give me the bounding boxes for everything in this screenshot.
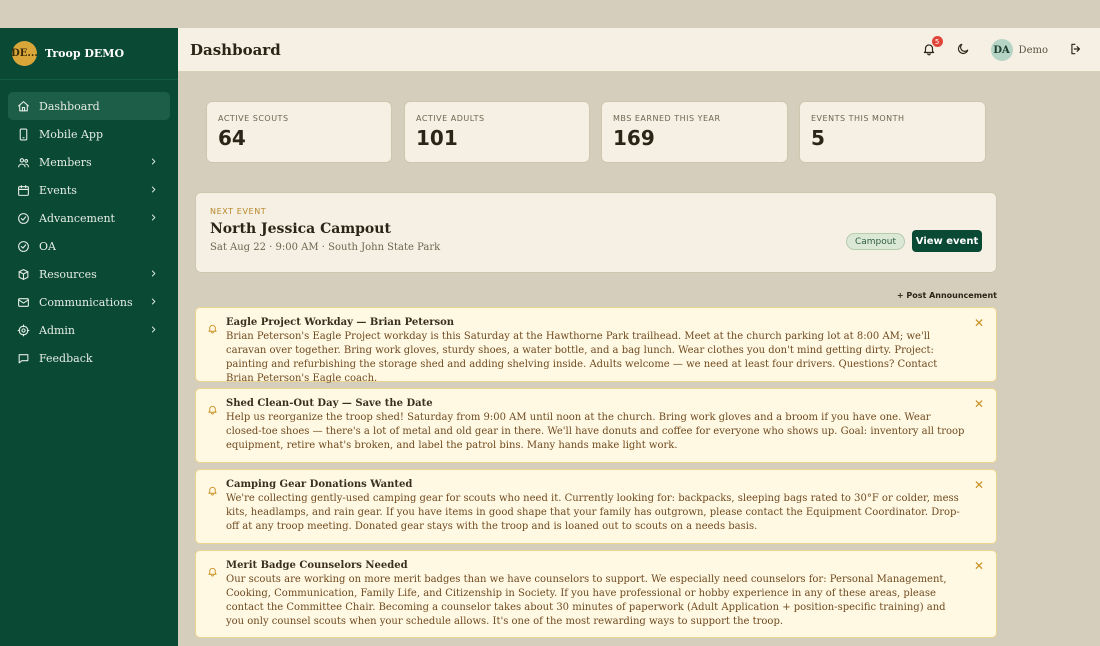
- stat-label: MBs Earned This Year: [613, 114, 721, 123]
- notifications-button[interactable]: 5: [921, 36, 943, 58]
- sidebar-nav: Dashboard Mobile App Members Events Adva…: [0, 80, 178, 372]
- check-circle-icon: [16, 211, 30, 225]
- sidebar: DE... Troop DEMO Dashboard Mobile App Me…: [0, 28, 178, 646]
- stat-value: 169: [613, 126, 655, 150]
- sidebar-item-admin[interactable]: Admin: [8, 316, 170, 344]
- logout-icon: [1069, 41, 1083, 60]
- close-icon[interactable]: ✕: [974, 397, 984, 411]
- theme-toggle-button[interactable]: [955, 42, 971, 58]
- announcement-body: Help us reorganize the troop shed! Satur…: [226, 412, 965, 451]
- stat-label: Active Adults: [416, 114, 485, 123]
- announcement-title: Camping Gear Donations Wanted: [226, 479, 413, 490]
- phone-icon: [16, 127, 30, 141]
- sidebar-item-advancement[interactable]: Advancement: [8, 204, 170, 232]
- sidebar-item-events[interactable]: Events: [8, 176, 170, 204]
- close-icon[interactable]: ✕: [974, 559, 984, 573]
- sidebar-item-label: Resources: [39, 267, 97, 281]
- bell-icon: [207, 562, 218, 577]
- sidebar-item-mobile-app[interactable]: Mobile App: [8, 120, 170, 148]
- check-circle-icon: [16, 239, 30, 253]
- top-bar-actions: 5 DA Demo: [921, 28, 1084, 72]
- chevron-right-icon: [148, 156, 160, 168]
- troop-brand[interactable]: DE... Troop DEMO: [0, 28, 178, 80]
- avatar: DA: [990, 39, 1013, 61]
- gear-icon: [16, 323, 30, 337]
- announcement-card: ✕ Shed Clean-Out Day — Save the Date Hel…: [195, 388, 997, 463]
- announcement-card: ✕ Eagle Project Workday — Brian Peterson…: [195, 307, 997, 384]
- notification-count-badge: 5: [931, 36, 943, 47]
- sidebar-item-dashboard[interactable]: Dashboard: [8, 92, 170, 120]
- sidebar-item-label: Events: [39, 183, 77, 197]
- troop-name: Troop DEMO: [45, 47, 125, 60]
- sidebar-item-label: Advancement: [39, 211, 115, 225]
- sidebar-item-label: Feedback: [39, 351, 93, 365]
- announcement-body: Brian Peterson's Eagle Project workday i…: [226, 331, 938, 384]
- bell-icon: [207, 400, 218, 415]
- stat-card-events-this-month: Events This Month 5: [799, 101, 986, 163]
- stat-value: 101: [416, 126, 458, 150]
- sidebar-item-resources[interactable]: Resources: [8, 260, 170, 288]
- chevron-right-icon: [148, 324, 160, 336]
- home-icon: [16, 99, 30, 113]
- chevron-right-icon: [148, 212, 160, 224]
- sidebar-item-label: Dashboard: [39, 99, 100, 113]
- sidebar-item-label: Mobile App: [39, 127, 103, 141]
- stat-label: Events This Month: [811, 114, 905, 123]
- calendar-icon: [16, 183, 30, 197]
- announcement-title: Shed Clean-Out Day — Save the Date: [226, 398, 433, 409]
- sidebar-item-members[interactable]: Members: [8, 148, 170, 176]
- page-title: Dashboard: [190, 40, 281, 59]
- announcement-title: Eagle Project Workday — Brian Peterson: [226, 317, 455, 328]
- announcement-body: Our scouts are working on more merit bad…: [226, 574, 947, 627]
- top-bar: Dashboard 5 DA Demo: [178, 28, 1100, 72]
- logout-button[interactable]: [1068, 42, 1084, 58]
- box-icon: [16, 267, 30, 281]
- troop-avatar: DE...: [11, 41, 38, 66]
- moon-icon: [956, 41, 970, 60]
- user-menu[interactable]: DA Demo: [990, 39, 1048, 61]
- sidebar-item-feedback[interactable]: Feedback: [8, 344, 170, 372]
- stat-card-active-scouts: Active Scouts 64: [206, 101, 392, 163]
- next-event-label: Next Event: [210, 207, 267, 216]
- bell-icon: [207, 481, 218, 496]
- sidebar-item-label: OA: [39, 239, 56, 253]
- event-type-badge: Campout: [845, 233, 905, 250]
- stat-card-active-adults: Active Adults 101: [404, 101, 590, 163]
- close-icon[interactable]: ✕: [974, 316, 984, 330]
- stat-label: Active Scouts: [218, 114, 289, 123]
- users-icon: [16, 155, 30, 169]
- bell-icon: [207, 319, 218, 334]
- stat-card-mbs-earned: MBs Earned This Year 169: [601, 101, 788, 163]
- sidebar-item-label: Members: [39, 155, 92, 169]
- announcement-body: We're collecting gently-used camping gea…: [226, 493, 960, 532]
- announcement-card: ✕ Camping Gear Donations Wanted We're co…: [195, 469, 997, 544]
- sidebar-item-label: Admin: [39, 323, 76, 337]
- chevron-right-icon: [148, 296, 160, 308]
- user-name: Demo: [1018, 44, 1048, 56]
- view-event-button[interactable]: View event: [912, 230, 982, 252]
- announcement-card: ✕ Merit Badge Counselors Needed Our scou…: [195, 550, 997, 638]
- sidebar-item-communications[interactable]: Communications: [8, 288, 170, 316]
- chat-icon: [16, 351, 30, 365]
- stat-value: 5: [811, 126, 825, 150]
- sidebar-item-label: Communications: [39, 295, 133, 309]
- sidebar-item-oa[interactable]: OA: [8, 232, 170, 260]
- stat-value: 64: [218, 126, 246, 150]
- chevron-right-icon: [148, 184, 160, 196]
- next-event-card: Next Event North Jessica Campout Sat Aug…: [195, 192, 997, 273]
- mail-icon: [16, 295, 30, 309]
- post-announcement-link[interactable]: + Post Announcement: [897, 291, 997, 300]
- chevron-right-icon: [148, 268, 160, 280]
- announcement-title: Merit Badge Counselors Needed: [226, 560, 408, 571]
- close-icon[interactable]: ✕: [974, 478, 984, 492]
